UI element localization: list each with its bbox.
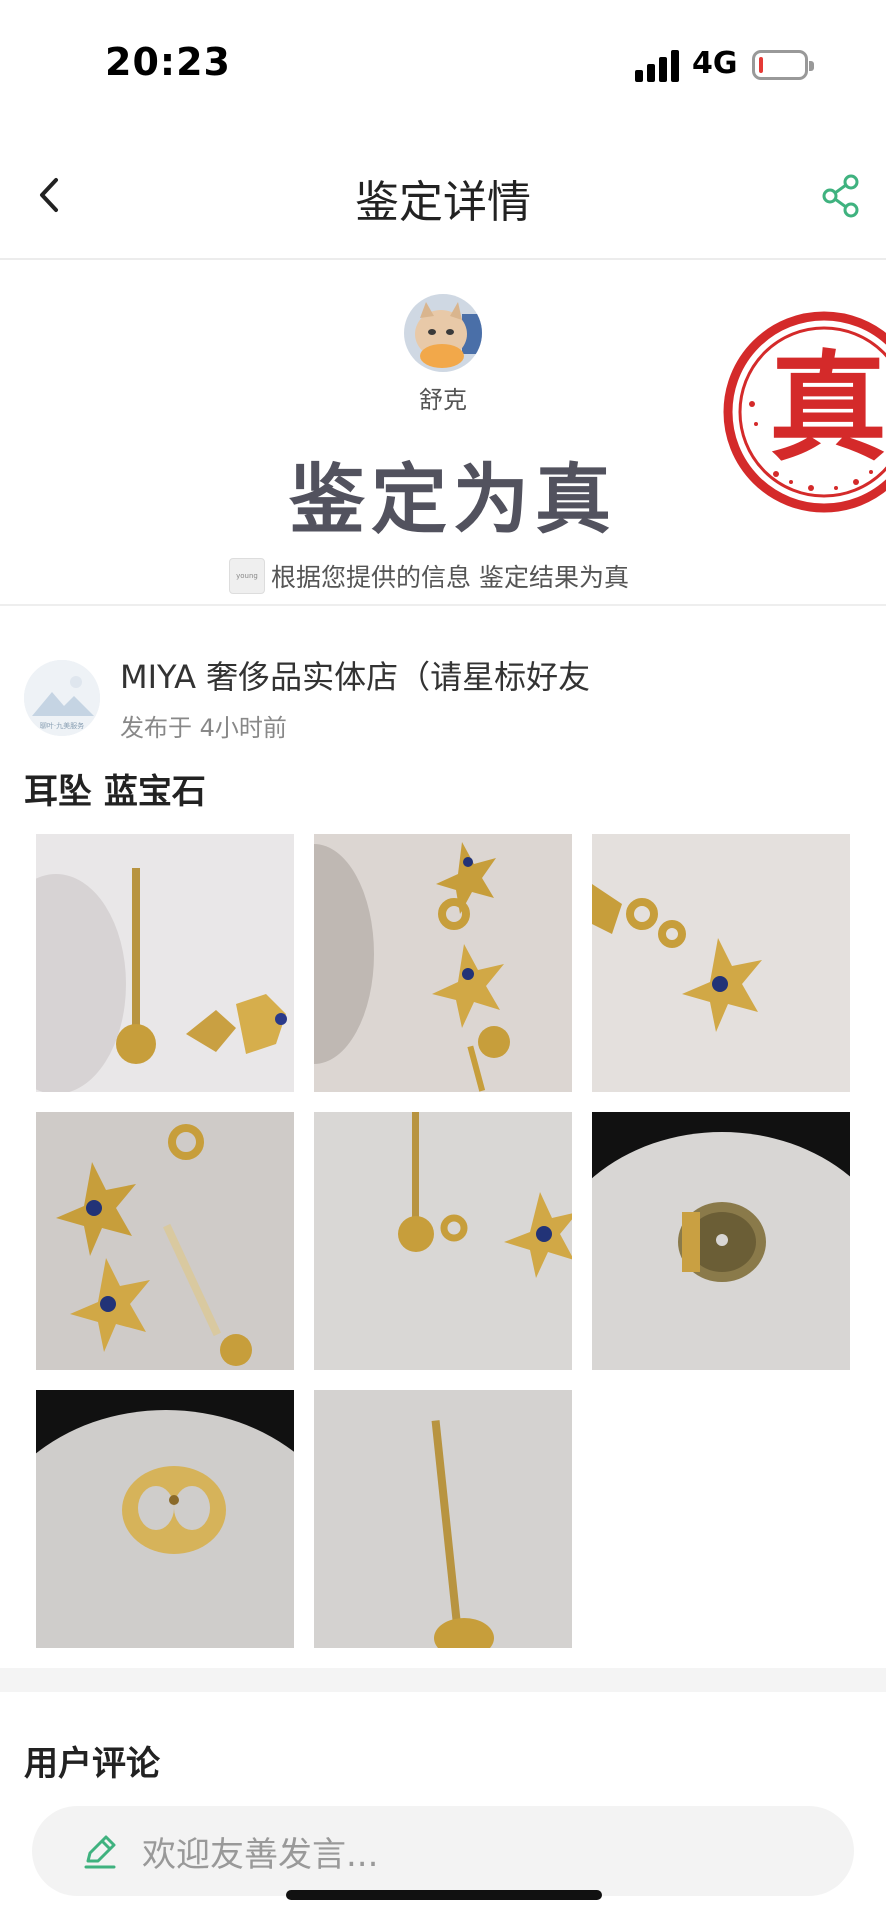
battery-icon — [752, 50, 814, 80]
result-info-text: 根据您提供的信息 鉴定结果为真 — [271, 563, 629, 592]
pencil-icon — [84, 1835, 116, 1869]
post-and-cross-photo[interactable] — [314, 1112, 572, 1370]
share-icon — [822, 174, 859, 218]
status-bar: 20:23 4G — [0, 0, 886, 130]
signal-icon — [635, 50, 679, 82]
poster-avatar[interactable]: 聊叶·九美服务 — [24, 660, 100, 736]
appraiser-avatar[interactable] — [404, 294, 482, 372]
earring-back-dark-photo[interactable] — [592, 1112, 850, 1370]
brand-logo: young — [229, 558, 265, 594]
battery-level — [759, 57, 763, 73]
section-divider — [0, 1668, 886, 1692]
share-button[interactable] — [817, 170, 865, 222]
poster-name[interactable]: MIYA 奢侈品实体店（请星标好友 — [120, 652, 590, 698]
post-closeup-photo[interactable] — [314, 1390, 572, 1648]
comment-placeholder: 欢迎友善发言... — [142, 1834, 379, 1875]
authentic-seal-stamp: 真 — [716, 304, 886, 520]
page-title: 鉴定详情 — [355, 177, 531, 228]
home-indicator[interactable] — [286, 1890, 602, 1900]
cross-pendant-photo[interactable] — [592, 834, 850, 1092]
comments-title: 用户评论 — [24, 1744, 160, 1784]
earring-back-gold-photo[interactable] — [36, 1390, 294, 1648]
status-time: 20:23 — [105, 40, 231, 84]
earring-post-photo[interactable] — [36, 834, 294, 1092]
network-type: 4G — [692, 46, 738, 81]
result-info-line: young 根据您提供的信息 鉴定结果为真 — [229, 556, 629, 596]
post-title: 耳坠 蓝宝石 — [24, 772, 206, 812]
nav-bar: 鉴定详情 — [0, 130, 886, 260]
divider — [0, 604, 886, 606]
poster-avatar-caption: 聊叶·九美服务 — [40, 721, 84, 730]
comment-input[interactable]: 欢迎友善发言... — [32, 1806, 854, 1896]
post-time: 发布于 4小时前 — [120, 714, 287, 742]
cross-chain-photo[interactable] — [314, 834, 572, 1092]
seal-text: 真 — [769, 338, 886, 477]
pair-earrings-photo[interactable] — [36, 1112, 294, 1370]
